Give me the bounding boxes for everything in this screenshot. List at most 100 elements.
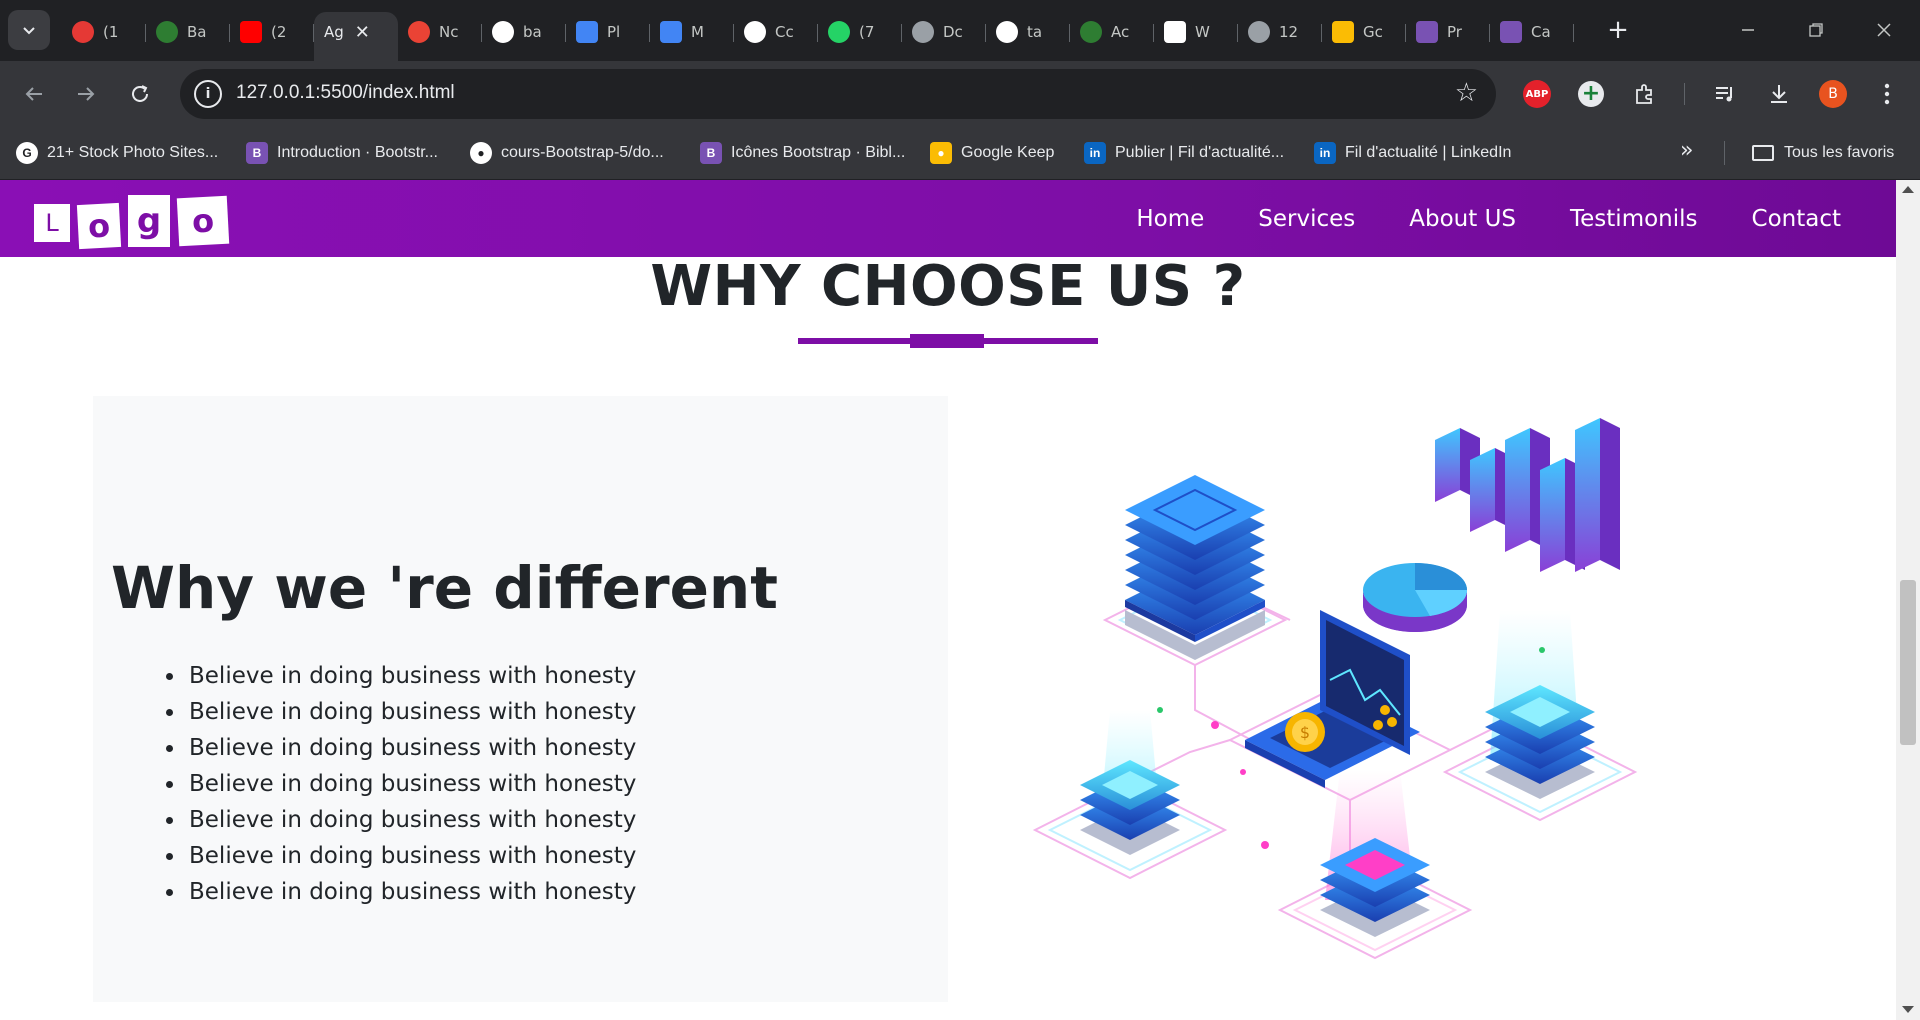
cursor-app-icon [1080,21,1102,43]
gmail-inbox-icon [72,21,94,43]
nav-link-home[interactable]: Home [1109,206,1231,232]
minimize-icon [1742,29,1754,31]
why-different-card: Why we 're different Believe in doing bu… [93,396,948,1002]
tab-label: Dc [943,23,963,41]
tab[interactable]: Dc [902,12,986,52]
tab[interactable]: Ca [1490,12,1574,52]
address-bar[interactable]: i 127.0.0.1:5500/index.html ☆ [180,69,1496,119]
adblock-extension-button[interactable]: ABP [1522,79,1552,109]
tab[interactable]: Ac [1070,12,1154,52]
extensions-button[interactable] [1630,79,1660,109]
google-docs-icon [576,21,598,43]
tab[interactable]: Pl [566,12,650,52]
reload-button[interactable] [120,74,160,114]
bookmark-item[interactable]: in Publier | Fil d'actualité... [1084,138,1284,168]
github-icon [996,21,1018,43]
tab[interactable]: (7 [818,12,902,52]
tab[interactable]: Cc [734,12,818,52]
data-center-illustration: $ [1032,418,1638,960]
bookmarks-overflow-icon[interactable]: » [1680,138,1693,163]
tab[interactable]: ta [986,12,1070,52]
tab[interactable]: M [650,12,734,52]
nav-link-services[interactable]: Services [1231,206,1382,232]
scroll-up-icon[interactable] [1902,186,1914,193]
tab[interactable]: (2 [230,12,314,52]
bookmark-item[interactable]: in Fil d'actualité | LinkedIn [1314,138,1511,168]
gmail-icon [408,21,430,43]
bootstrap-icon: B [246,142,268,164]
url-text[interactable]: 127.0.0.1:5500/index.html [236,82,455,104]
toolbar-divider [1684,83,1685,105]
tab-active[interactable]: Ag ✕ [314,12,398,63]
profile-button[interactable]: B [1818,79,1848,109]
page-scrollbar[interactable] [1896,180,1920,1020]
site-navbar: Logo Home Services About US Testimonils Cont… [0,180,1896,257]
tab[interactable]: (1 [62,12,146,52]
card-heading: Why we 're different [111,554,778,622]
all-bookmarks-label: Tous les favoris [1784,144,1895,161]
google-keep-icon [1332,21,1354,43]
youtube-icon [240,21,262,43]
tab-label: 12 [1279,23,1299,41]
scrollbar-thumb[interactable] [1900,580,1916,745]
tab-label: Pl [607,23,621,41]
bookmark-item[interactable]: G 21+ Stock Photo Sites... [16,138,218,168]
all-bookmarks-folder[interactable]: Tous les favoris [1752,138,1894,168]
tab-search-button[interactable] [8,10,50,50]
tab[interactable]: Ba [146,12,230,52]
forward-button[interactable] [66,74,106,114]
google-docs-icon [660,21,682,43]
bookmark-item[interactable]: B Introduction · Bootstr... [246,138,438,168]
tab[interactable]: 12 [1238,12,1322,52]
tab-label: Pr [1447,23,1462,41]
svg-text:$: $ [1300,723,1310,742]
bookmark-item[interactable]: ● Google Keep [930,138,1054,168]
nav-link-testimonils[interactable]: Testimonils [1543,206,1725,232]
nav-link-contact[interactable]: Contact [1725,206,1868,232]
bookmark-label: Introduction · Bootstr... [277,144,438,161]
browser-menu-button[interactable] [1872,79,1902,109]
tab-label: (7 [859,23,875,41]
nav-menu: Home Services About US Testimonils Contact [1109,180,1868,257]
tab[interactable]: Nc [398,12,482,52]
list-item: Believe in doing business with honesty [165,838,636,874]
site-logo[interactable]: Logo [34,194,230,250]
tab-label: ba [523,23,542,41]
close-window-button[interactable] [1864,10,1904,50]
minimize-button[interactable] [1728,10,1768,50]
list-item: Believe in doing business with honesty [165,802,636,838]
google-keep-icon: ● [930,142,952,164]
tab[interactable]: Gc [1322,12,1406,52]
back-button[interactable] [14,74,54,114]
bookmark-label: Fil d'actualité | LinkedIn [1345,144,1512,161]
tab-label: Gc [1363,23,1383,41]
tab-strip: (1 Ba (2 Ag ✕ Nc ba Pl M Cc (7 Dc ta Ac W 12 Gc Pr Ca + [0,0,1920,63]
bootstrap-icon [1416,21,1438,43]
media-control-button[interactable] [1710,79,1740,109]
bookmark-label: cours-Bootstrap-5/do... [501,144,664,161]
globe-icon [912,21,934,43]
bookmark-star-icon[interactable]: ☆ [1455,78,1478,108]
arrow-left-icon [25,87,42,101]
bookmark-item[interactable]: ● cours-Bootstrap-5/do... [470,138,664,168]
list-item: Believe in doing business with honesty [165,766,636,802]
tab[interactable]: Pr [1406,12,1490,52]
tab-label: Cc [775,23,794,41]
new-tab-button[interactable]: + [1600,12,1636,48]
tab-label: Ca [1531,23,1551,41]
arrow-right-icon [78,87,95,101]
scroll-down-icon[interactable] [1902,1006,1914,1013]
downloads-button[interactable] [1764,79,1794,109]
nav-link-about-us[interactable]: About US [1382,206,1543,232]
tab[interactable]: W [1154,12,1238,52]
tab[interactable]: ba [482,12,566,52]
bookmark-item[interactable]: B Icônes Bootstrap · Bibl... [700,138,905,168]
whatsapp-icon [828,21,850,43]
globe-icon [1248,21,1270,43]
list-item: Believe in doing business with honesty [165,658,636,694]
linkedin-icon: in [1314,142,1336,164]
tab-close-icon[interactable]: ✕ [355,22,370,43]
extension-add-button[interactable]: + [1576,79,1606,109]
site-info-icon[interactable]: i [194,80,222,108]
restore-button[interactable] [1796,10,1836,50]
